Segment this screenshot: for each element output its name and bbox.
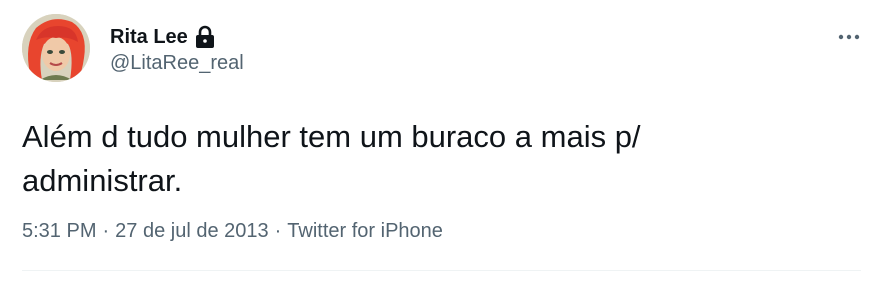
- author-name-row: Rita Lee: [110, 24, 216, 50]
- author-handle[interactable]: @LitaRee_real: [110, 52, 244, 75]
- meta-separator: ·: [274, 220, 282, 242]
- tweet-text: Além d tudo mulher tem um buraco a mais …: [22, 119, 641, 198]
- divider: [22, 270, 861, 271]
- lock-icon: [194, 25, 216, 49]
- author-display-name[interactable]: Rita Lee: [110, 26, 188, 49]
- meta-separator: ·: [102, 220, 110, 242]
- avatar[interactable]: [22, 14, 90, 82]
- tweet-time[interactable]: 5:31 PM: [22, 220, 96, 243]
- tweet-date[interactable]: 27 de jul de 2013: [115, 220, 268, 243]
- tweet-metadata: 5:31 PM · 27 de jul de 2013 · Twitter fo…: [22, 220, 443, 243]
- avatar-image: [22, 14, 90, 82]
- tweet-card: Rita Lee @LitaRee_real Além d tudo mulhe…: [0, 0, 883, 294]
- tweet-source[interactable]: Twitter for iPhone: [287, 220, 443, 243]
- more-options-button[interactable]: [832, 22, 866, 52]
- more-horizontal-icon: [838, 34, 860, 40]
